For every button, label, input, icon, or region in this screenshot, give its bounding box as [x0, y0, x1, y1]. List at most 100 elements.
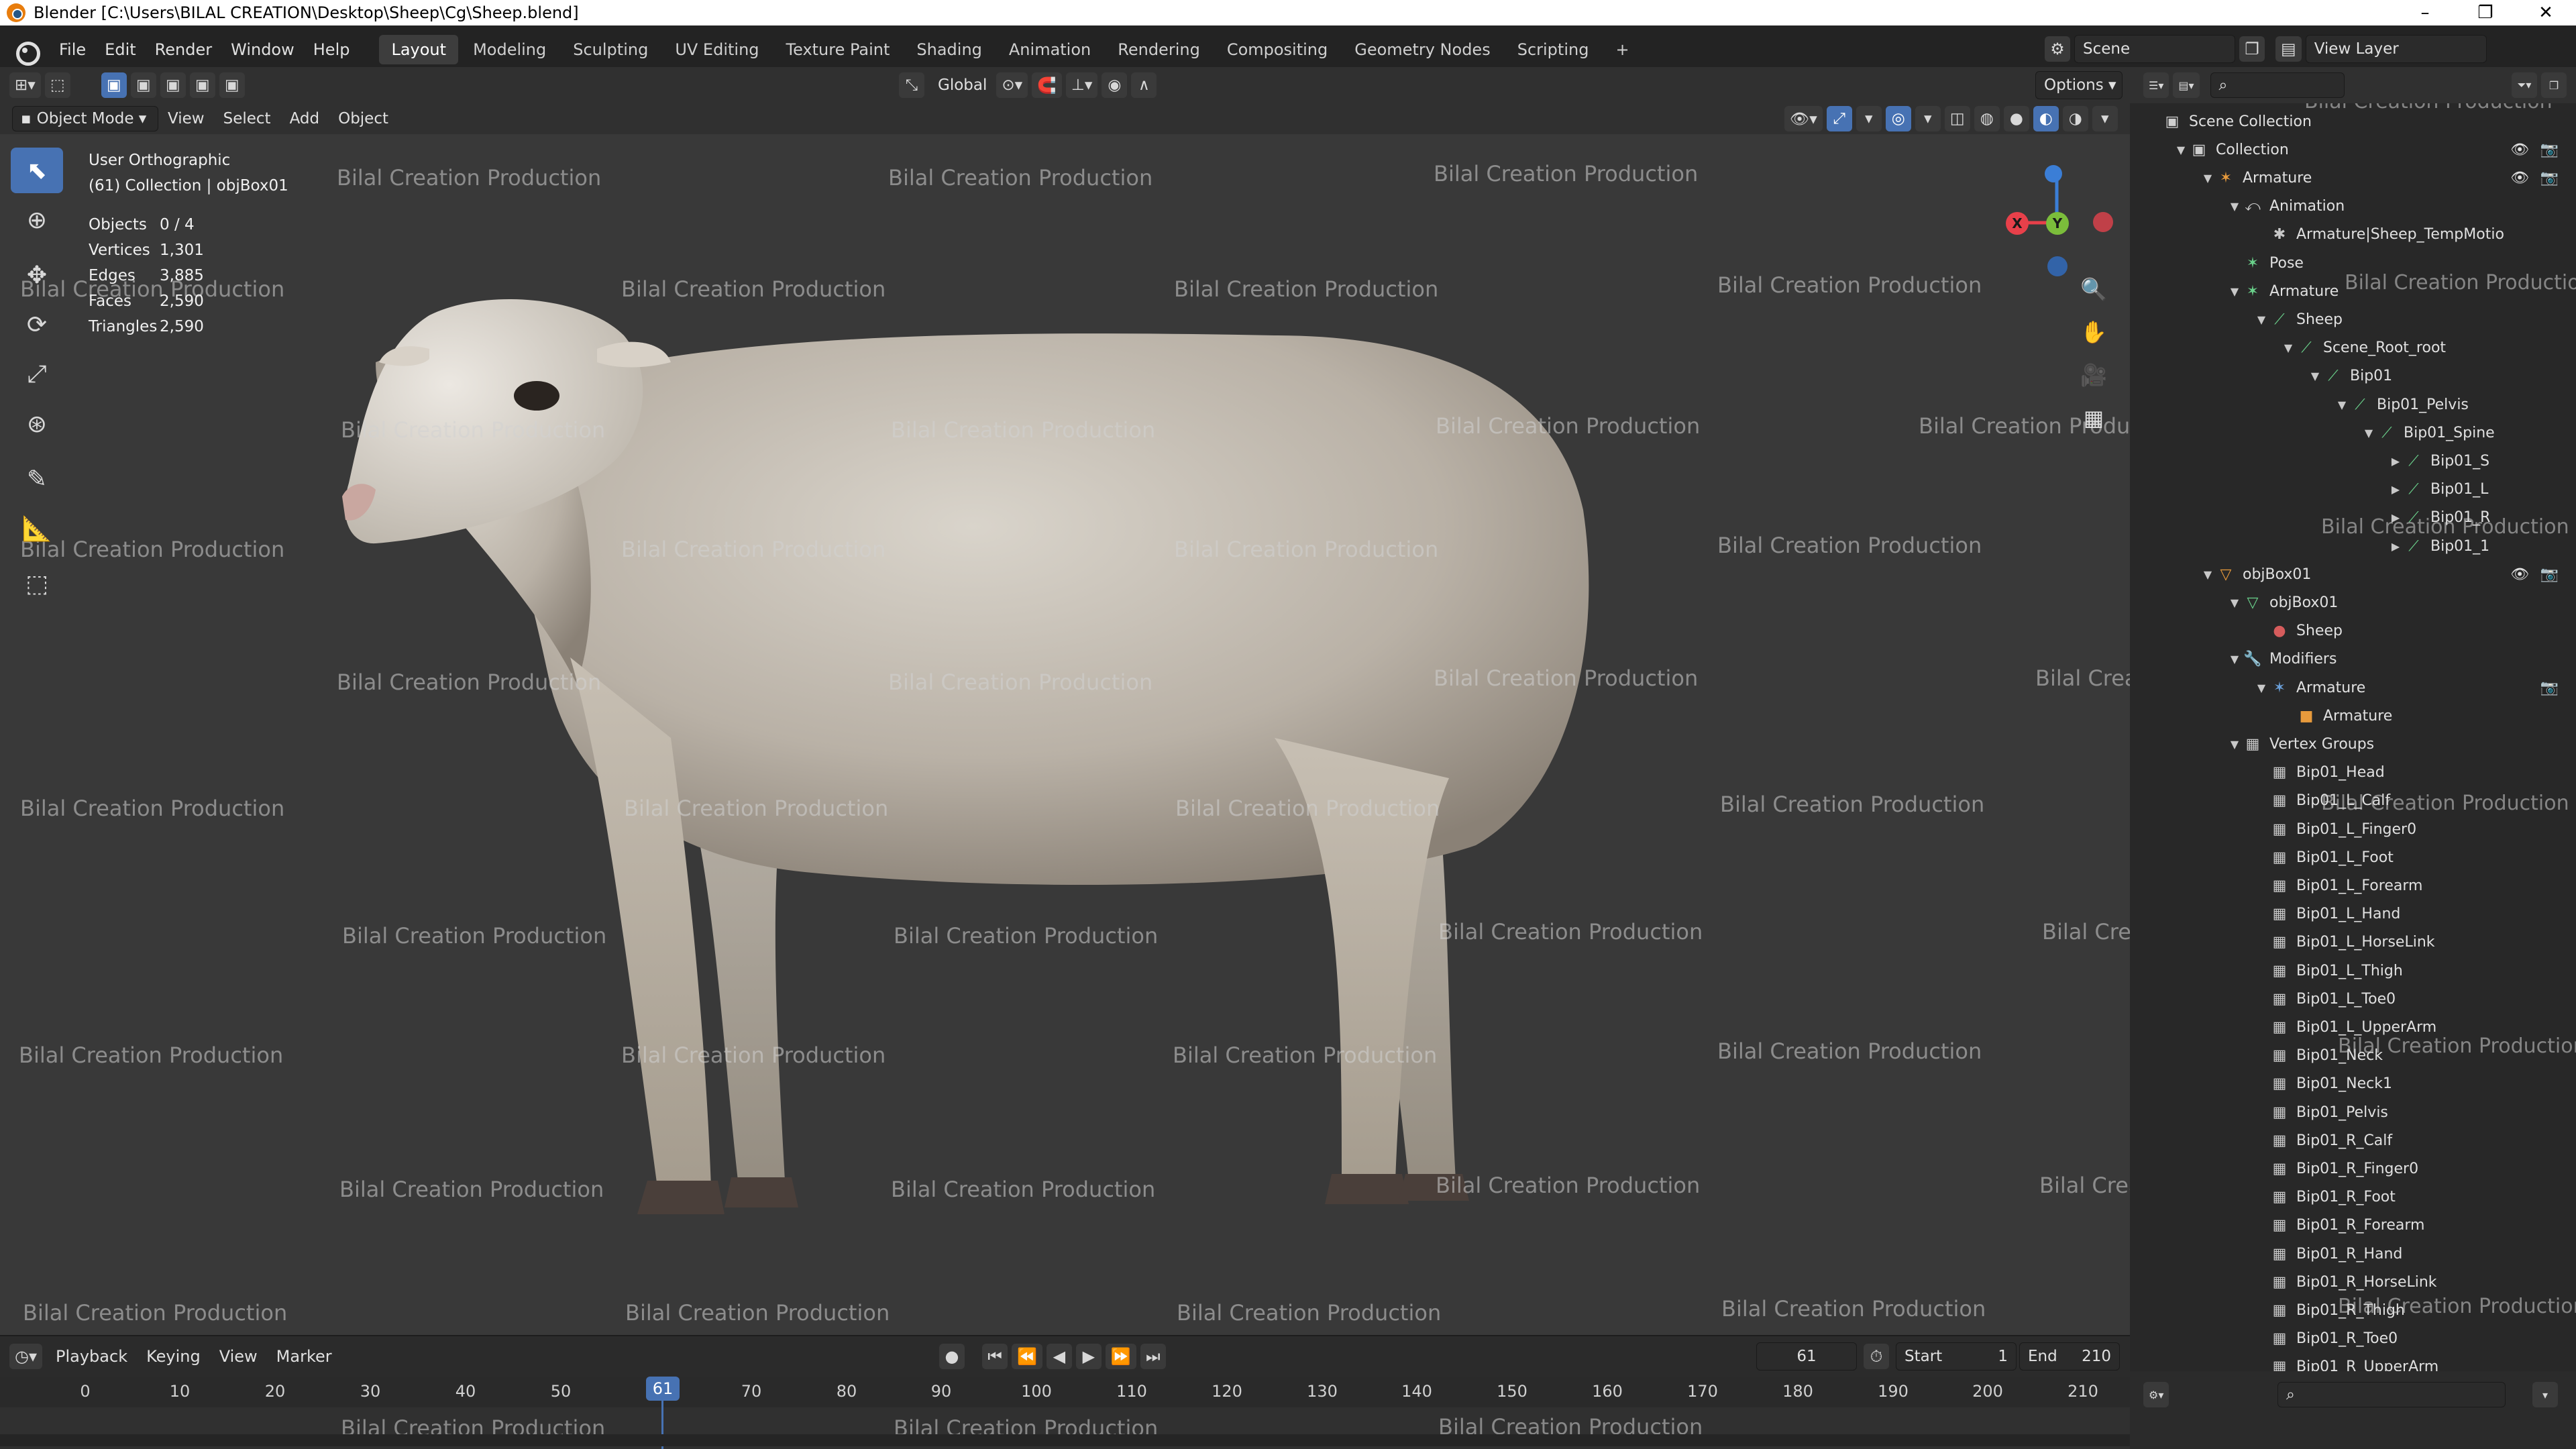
gizmo-z-axis[interactable] — [2045, 165, 2062, 182]
close-button[interactable]: ✕ — [2516, 0, 2576, 25]
auto-keying-icon[interactable]: ● — [939, 1344, 965, 1369]
filter-icon[interactable]: ⏷▾ — [2512, 72, 2537, 98]
outliner-row[interactable]: ▦ Bip01_R_Toe0 — [2130, 1325, 2576, 1353]
outliner-row[interactable]: ▦ Bip01_L_Thigh — [2130, 957, 2576, 985]
menu-help[interactable]: Help — [304, 40, 360, 59]
menu-view[interactable]: View — [158, 110, 214, 127]
expand-arrow-icon[interactable]: ▼ — [2226, 596, 2243, 609]
shading-rendered-icon[interactable]: ◑ — [2062, 106, 2088, 131]
outliner-row[interactable]: ▦ Bip01_R_Finger0 — [2130, 1155, 2576, 1183]
expand-arrow-icon[interactable]: ▼ — [2200, 172, 2216, 184]
outliner-row[interactable]: ▼ ⤺ Animation — [2130, 193, 2576, 221]
outliner-row[interactable]: ▼ ⟋ Bip01 — [2130, 362, 2576, 390]
outliner-row[interactable]: ▼ ⟋ Bip01_Pelvis — [2130, 390, 2576, 419]
jump-end-icon[interactable]: ⏭ — [1140, 1344, 1166, 1369]
shading-material-icon[interactable]: ◐ — [2033, 106, 2059, 131]
menu-timeline-view[interactable]: View — [210, 1347, 267, 1366]
outliner-row[interactable]: ▼ ⟋ Sheep — [2130, 305, 2576, 333]
shading-wireframe-icon[interactable]: ◍ — [1974, 106, 2000, 131]
start-frame-field[interactable]: Start 1 — [1896, 1342, 2017, 1371]
editor-type-button[interactable]: ⊞▾ — [9, 72, 41, 98]
orientation-dropdown[interactable]: Global — [928, 76, 996, 94]
expand-arrow-icon[interactable]: ▼ — [2173, 144, 2189, 156]
menu-object[interactable]: Object — [329, 110, 398, 127]
visibility-eye-icon[interactable]: 👁 — [2510, 566, 2529, 583]
tab-texture-paint[interactable]: Texture Paint — [774, 35, 902, 64]
outliner-row[interactable]: ▦ Bip01_L_Hand — [2130, 900, 2576, 928]
timeline-area[interactable]: 0 10 20 30 40 50 70 80 90 100 110 120 13… — [0, 1377, 2130, 1449]
snap-target-button[interactable]: ⊥▾ — [1065, 72, 1098, 98]
expand-arrow-icon[interactable]: ▶ — [2387, 455, 2404, 468]
outliner-row[interactable]: ▶ ⟋ Bip01_S — [2130, 447, 2576, 475]
select-mode-invert-button[interactable]: ▣ — [189, 72, 215, 98]
expand-arrow-icon[interactable]: ▶ — [2387, 483, 2404, 496]
snap-toggle-button[interactable]: 🧲 — [1032, 72, 1062, 98]
gizmo-dropdown[interactable]: ▾ — [1856, 106, 1882, 131]
move-tool-icon[interactable]: ✥ — [11, 252, 63, 298]
expand-arrow-icon[interactable]: ▼ — [2307, 370, 2323, 382]
cursor-tool-icon[interactable]: ⊕ — [11, 197, 63, 243]
outliner-row[interactable]: ▼ ▦ Vertex Groups — [2130, 730, 2576, 758]
add-workspace-button[interactable]: + — [1603, 35, 1641, 64]
current-frame-marker[interactable]: 61 — [646, 1377, 680, 1401]
menu-playback[interactable]: Playback — [46, 1347, 137, 1366]
ortho-grid-icon[interactable]: ▦ — [2073, 397, 2114, 439]
menu-file[interactable]: File — [50, 40, 95, 59]
select-box-tool-button[interactable]: ⬚ — [44, 72, 70, 98]
view-layer-selector[interactable]: View Layer — [2305, 35, 2487, 63]
gizmo-neg-x-axis[interactable] — [2093, 212, 2113, 232]
new-collection-icon[interactable]: ❐ — [2541, 72, 2567, 98]
add-cube-tool-icon[interactable]: ⬚ — [11, 561, 63, 606]
tab-uv-editing[interactable]: UV Editing — [663, 35, 771, 64]
outliner-row[interactable]: ▦ Bip01_L_Forearm — [2130, 871, 2576, 900]
properties-editor-type-icon[interactable]: ⚙▾ — [2143, 1382, 2169, 1407]
outliner-row[interactable]: ● Sheep — [2130, 617, 2576, 645]
sheep-model[interactable] — [0, 134, 2130, 1335]
outliner-row[interactable]: ▦ Bip01_L_HorseLink — [2130, 928, 2576, 957]
expand-arrow-icon[interactable]: ▼ — [2200, 568, 2216, 581]
tab-geometry-nodes[interactable]: Geometry Nodes — [1342, 35, 1502, 64]
select-box-tool-icon[interactable]: ⬉ — [11, 148, 63, 193]
menu-render[interactable]: Render — [146, 40, 221, 59]
select-mode-subtract-button[interactable]: ▣ — [160, 72, 186, 98]
outliner-row[interactable]: ✱ Armature|Sheep_TempMotio — [2130, 221, 2576, 249]
select-mode-new-button[interactable]: ▣ — [101, 72, 127, 98]
tab-layout[interactable]: Layout — [379, 35, 459, 64]
scene-icon[interactable]: ⚙ — [2045, 36, 2070, 62]
minimize-button[interactable]: – — [2395, 0, 2455, 25]
shading-solid-icon[interactable]: ● — [2003, 106, 2029, 131]
mode-dropdown[interactable]: ▪ Object Mode ▾ — [12, 106, 158, 131]
menu-marker[interactable]: Marker — [267, 1347, 341, 1366]
select-mode-intersect-button[interactable]: ▣ — [219, 72, 245, 98]
gizmo-y-axis[interactable]: Y — [2046, 212, 2069, 235]
play-reverse-icon[interactable]: ◀ — [1046, 1344, 1072, 1369]
outliner-row[interactable]: ▼ ✶ Armature 📷 — [2130, 674, 2576, 702]
pivot-point-button[interactable]: ⊙▾ — [996, 72, 1028, 98]
expand-arrow-icon[interactable]: ▼ — [2334, 398, 2350, 411]
outliner-row[interactable]: ▼ ▽ objBox01 👁 📷 — [2130, 560, 2576, 588]
outliner-row[interactable]: ▦ Bip01_R_Hand — [2130, 1240, 2576, 1268]
tab-rendering[interactable]: Rendering — [1106, 35, 1212, 64]
tab-compositing[interactable]: Compositing — [1215, 35, 1340, 64]
pan-hand-icon[interactable]: ✋ — [2073, 311, 2114, 353]
render-camera-icon[interactable]: 📷 — [2540, 142, 2559, 158]
visibility-eye-icon[interactable]: 👁 — [2510, 142, 2529, 158]
jump-start-icon[interactable]: ⏮ — [982, 1344, 1008, 1369]
play-icon[interactable]: ▶ — [1075, 1344, 1102, 1369]
jump-keyframe-back-icon[interactable]: ⏪ — [1012, 1344, 1042, 1369]
outliner-row[interactable]: ▦ Bip01_L_Toe0 — [2130, 985, 2576, 1013]
new-scene-button[interactable]: ❐ — [2239, 36, 2265, 62]
outliner-row[interactable]: ▼ ✶ Armature 👁 📷 — [2130, 164, 2576, 192]
outliner-search-input[interactable]: ⌕ — [2210, 72, 2345, 98]
outliner-row[interactable]: ▼ ▣ Collection 👁 📷 — [2130, 136, 2576, 164]
jump-keyframe-forward-icon[interactable]: ⏩ — [1105, 1344, 1136, 1369]
current-frame-field[interactable]: 61 — [1756, 1342, 1857, 1371]
outliner-row[interactable]: ▦ Bip01_R_Forearm — [2130, 1212, 2576, 1240]
gizmo-x-axis[interactable]: X — [2006, 212, 2029, 235]
outliner-row[interactable]: ▦ Bip01_R_UpperArm — [2130, 1353, 2576, 1371]
annotate-tool-icon[interactable]: ✎ — [11, 456, 63, 502]
3d-viewport[interactable]: Bilal Creation Production Bilal Creation… — [0, 134, 2130, 1335]
overlay-dropdown[interactable]: ▾ — [1915, 106, 1941, 131]
expand-arrow-icon[interactable]: ▼ — [2253, 313, 2269, 326]
zoom-icon[interactable]: 🔍 — [2073, 268, 2114, 310]
